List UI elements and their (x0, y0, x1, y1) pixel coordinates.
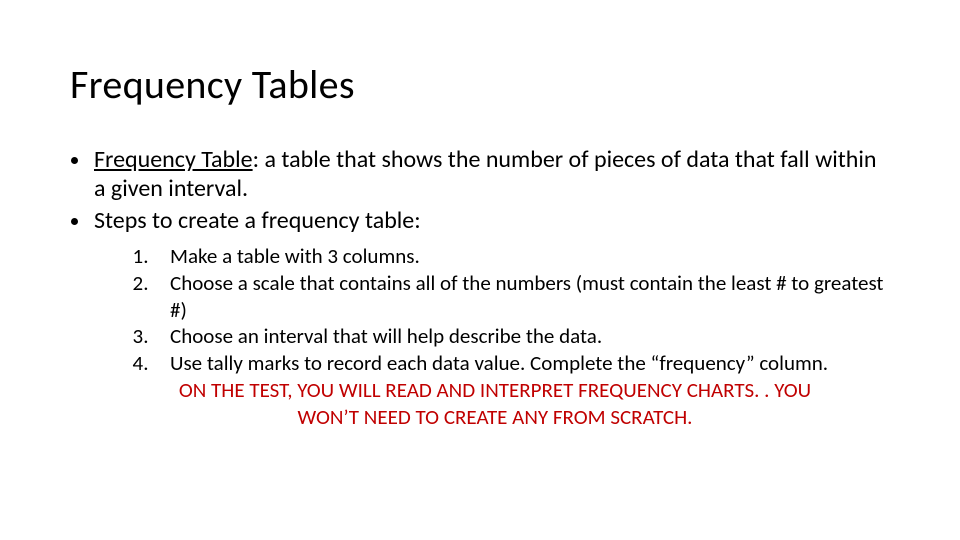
bullet-steps-intro: Steps to create a frequency table: (92, 206, 890, 235)
step-item: Choose a scale that contains all of the … (158, 270, 890, 324)
term-frequency-table: Frequency Table (94, 145, 253, 174)
bullet-list: Frequency Table: a table that shows the … (74, 145, 890, 235)
step-item: Choose an interval that will help descri… (158, 323, 890, 350)
slide-title: Frequency Tables (70, 60, 890, 109)
bullet-definition: Frequency Table: a table that shows the … (92, 145, 890, 204)
slide: Frequency Tables Frequency Table: a tabl… (0, 0, 960, 540)
test-note: ON THE TEST, YOU WILL READ AND INTERPRET… (170, 377, 820, 431)
steps-list: Make a table with 3 columns. Choose a sc… (140, 243, 890, 377)
step-item: Make a table with 3 columns. (158, 243, 890, 270)
step-item: Use tally marks to record each data valu… (158, 350, 890, 377)
